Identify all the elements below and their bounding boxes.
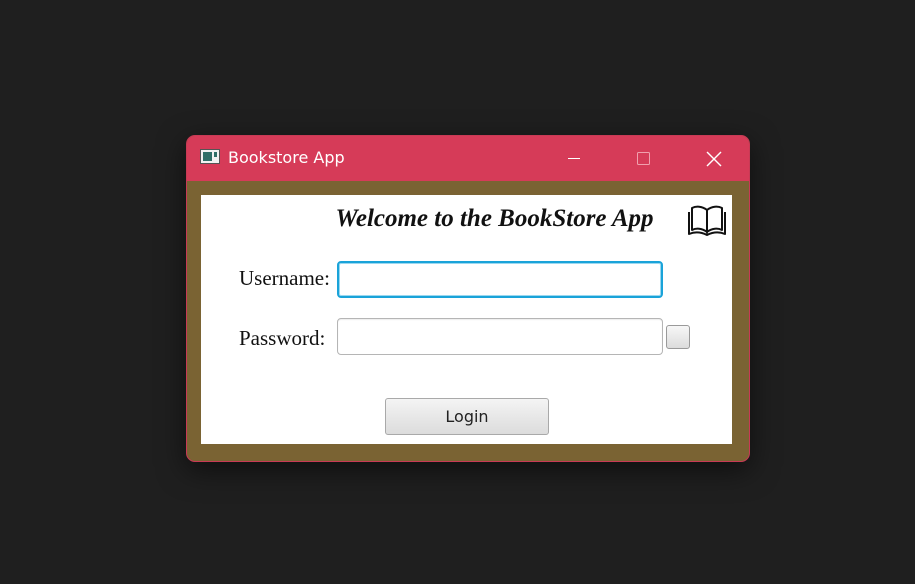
username-input[interactable] — [337, 261, 663, 298]
maximize-button[interactable] — [620, 136, 666, 181]
close-button[interactable] — [690, 136, 736, 181]
welcome-heading: Welcome to the BookStore App — [335, 205, 654, 232]
password-input[interactable] — [337, 318, 663, 355]
minimize-button[interactable] — [551, 136, 597, 181]
app-window-icon — [200, 149, 220, 164]
show-password-checkbox[interactable] — [666, 325, 690, 349]
close-icon — [706, 151, 722, 167]
maximize-icon — [637, 152, 650, 165]
username-label: Username: — [239, 266, 330, 290]
login-panel: Welcome to the BookStore App Username: P… — [201, 195, 732, 444]
password-label: Password: — [239, 326, 326, 350]
app-window: Bookstore App Welcome to the BookStore A… — [186, 135, 750, 462]
window-title: Bookstore App — [228, 148, 345, 167]
login-button[interactable]: Login — [385, 398, 549, 435]
minimize-icon — [568, 158, 580, 159]
open-book-icon — [688, 205, 726, 236]
title-bar[interactable]: Bookstore App — [187, 136, 749, 181]
